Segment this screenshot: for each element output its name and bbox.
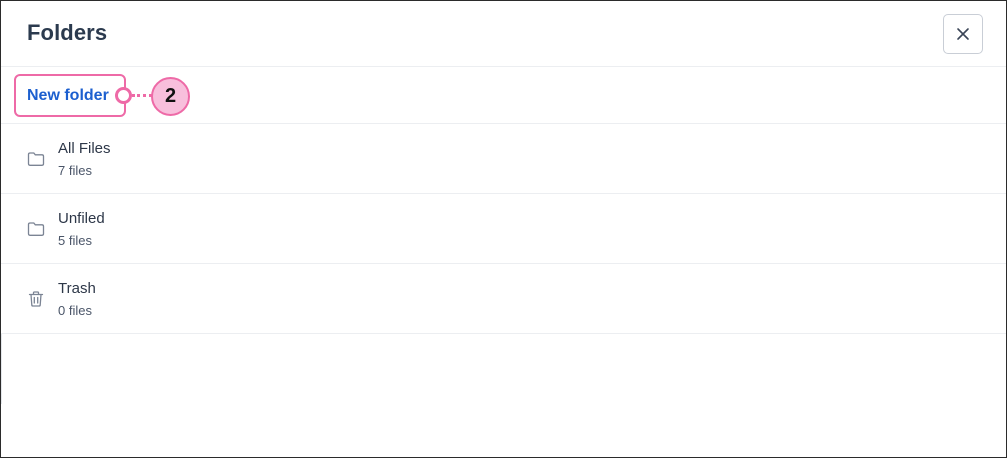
folders-dialog: Folders New folder 2 All Files 7 files U… xyxy=(0,0,1007,458)
folder-toolbar: New folder 2 xyxy=(1,67,1006,124)
callout-anchor-dot xyxy=(115,87,132,104)
folder-file-count: 7 files xyxy=(58,163,92,178)
close-button[interactable] xyxy=(943,14,983,54)
folder-row-all-files[interactable]: All Files 7 files xyxy=(1,124,1006,194)
new-folder-button[interactable]: New folder xyxy=(14,74,126,117)
folder-file-count: 0 files xyxy=(58,303,92,318)
trash-icon xyxy=(28,291,44,307)
close-icon xyxy=(957,28,969,40)
folder-name: Trash xyxy=(58,280,96,297)
folder-icon xyxy=(27,222,45,236)
step-callout-badge: 2 xyxy=(151,77,190,116)
folder-row-unfiled[interactable]: Unfiled 5 files xyxy=(1,194,1006,264)
folder-icon xyxy=(27,152,45,166)
divider xyxy=(1,334,2,404)
dialog-title: Folders xyxy=(27,20,108,45)
folder-file-count: 5 files xyxy=(58,233,92,248)
dialog-header: Folders xyxy=(1,1,1006,67)
folder-row-trash[interactable]: Trash 0 files xyxy=(1,264,1006,334)
folder-name: Unfiled xyxy=(58,210,105,227)
folder-name: All Files xyxy=(58,140,111,157)
callout-connector xyxy=(132,94,152,97)
